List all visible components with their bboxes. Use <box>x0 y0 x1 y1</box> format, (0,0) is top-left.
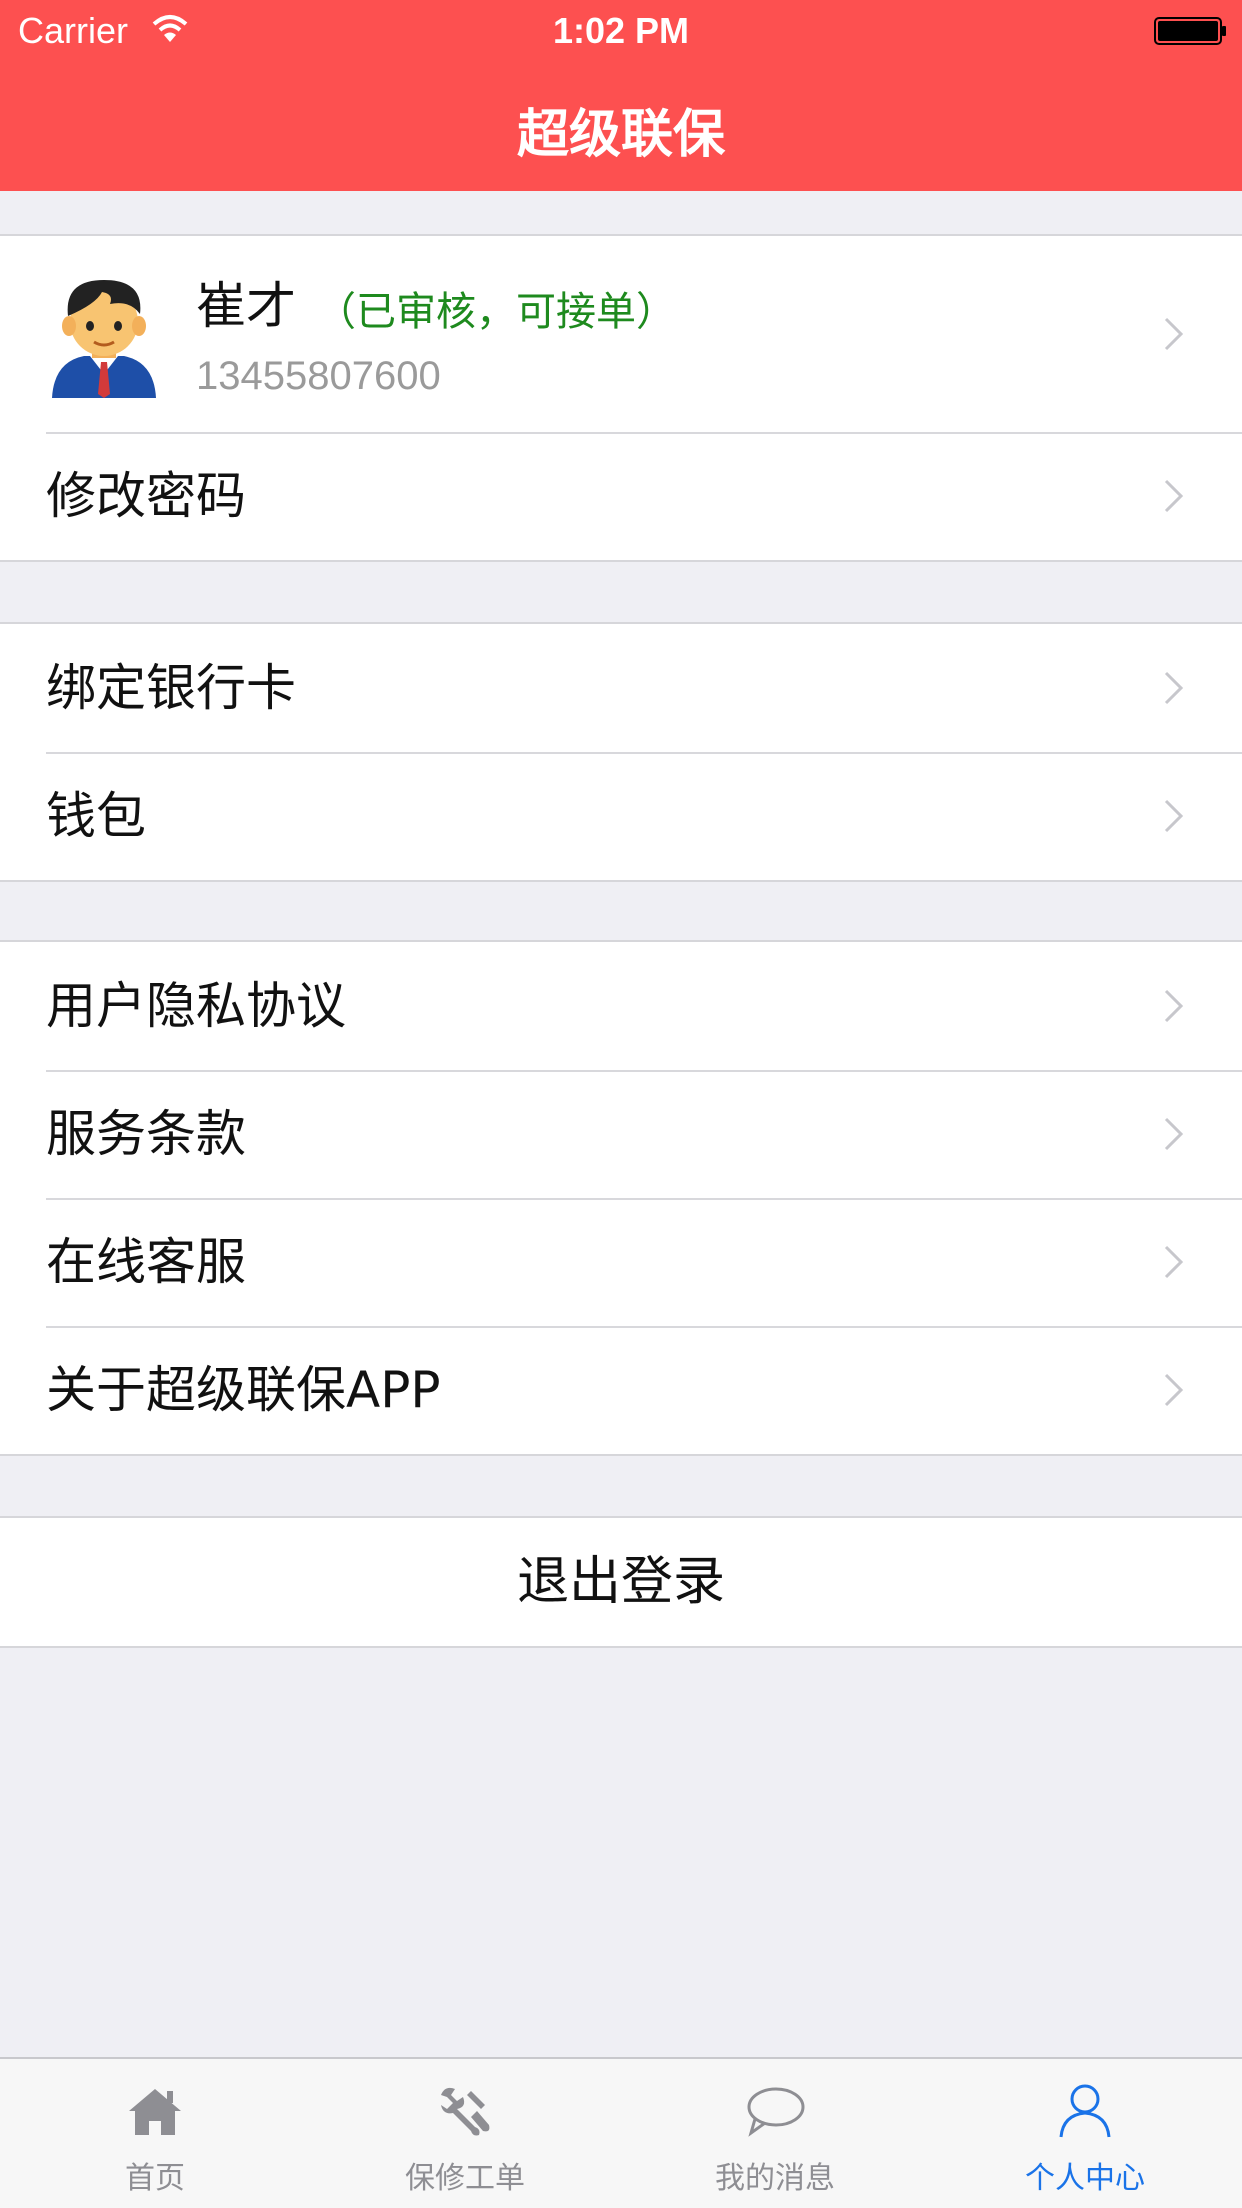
chevron-right-icon <box>1164 671 1184 705</box>
logout-button[interactable]: 退出登录 <box>0 1518 1242 1646</box>
info-group: 用户隐私协议 服务条款 在线客服 关于超级联保APP <box>0 940 1242 1456</box>
bind-bank-card-label: 绑定银行卡 <box>46 659 296 717</box>
profile-name: 崔才 <box>196 277 296 335</box>
tab-repair-orders-label: 保修工单 <box>405 2161 525 2196</box>
repair-tools-icon <box>441 2087 490 2136</box>
chevron-right-icon <box>1164 799 1184 833</box>
chevron-right-icon <box>1164 1373 1184 1407</box>
privacy-agreement-row[interactable]: 用户隐私协议 <box>0 942 1242 1070</box>
chat-bubble-icon <box>747 2087 805 2137</box>
tab-messages[interactable]: 我的消息 <box>620 2059 930 2208</box>
chevron-right-icon <box>1164 1245 1184 1279</box>
status-time: 1:02 PM <box>552 10 690 51</box>
tab-home-label: 首页 <box>125 2161 185 2196</box>
avatar <box>52 280 156 398</box>
change-password-label: 修改密码 <box>46 467 246 525</box>
privacy-agreement-label: 用户隐私协议 <box>46 977 346 1035</box>
tab-messages-label: 我的消息 <box>715 2161 835 2196</box>
tab-repair-orders[interactable]: 保修工单 <box>310 2059 620 2208</box>
chevron-right-icon <box>1164 989 1184 1023</box>
tab-bar: 首页 保修工单 我的消息 个人中心 <box>0 2057 1242 2208</box>
status-bar: Carrier 1:02 PM <box>0 0 1242 60</box>
battery-icon <box>1154 17 1226 45</box>
verification-status: （已审核，可接单） <box>316 289 676 335</box>
change-password-row[interactable]: 修改密码 <box>0 432 1242 560</box>
tab-profile[interactable]: 个人中心 <box>930 2059 1240 2208</box>
chevron-right-icon <box>1164 1117 1184 1151</box>
about-app-row[interactable]: 关于超级联保APP <box>0 1326 1242 1454</box>
chevron-right-icon <box>1164 317 1184 351</box>
nav-header: Carrier 1:02 PM 超级联保 <box>0 0 1242 191</box>
logout-group: 退出登录 <box>0 1516 1242 1648</box>
person-icon <box>1059 2084 1111 2138</box>
app-root: Carrier 1:02 PM 超级联保 崔才 （已审核，可接单） 134558… <box>0 0 1242 2208</box>
logout-label: 退出登录 <box>516 1552 725 1612</box>
online-support-row[interactable]: 在线客服 <box>0 1198 1242 1326</box>
page-title: 超级联保 <box>516 105 725 165</box>
tab-profile-label: 个人中心 <box>1025 2161 1145 2196</box>
home-icon <box>129 2089 181 2135</box>
wallet-row[interactable]: 钱包 <box>0 752 1242 880</box>
chevron-right-icon <box>1164 479 1184 513</box>
bind-bank-card-row[interactable]: 绑定银行卡 <box>0 624 1242 752</box>
profile-phone: 13455807600 <box>196 354 441 398</box>
tab-home[interactable]: 首页 <box>0 2059 310 2208</box>
finance-group: 绑定银行卡 钱包 <box>0 622 1242 882</box>
online-support-label: 在线客服 <box>46 1233 246 1291</box>
wallet-label: 钱包 <box>46 787 146 845</box>
about-app-label: 关于超级联保APP <box>46 1361 441 1419</box>
profile-row[interactable]: 崔才 （已审核，可接单） 13455807600 <box>0 236 1242 432</box>
terms-of-service-row[interactable]: 服务条款 <box>0 1070 1242 1198</box>
account-group: 崔才 （已审核，可接单） 13455807600 修改密码 <box>0 234 1242 562</box>
terms-of-service-label: 服务条款 <box>46 1105 246 1163</box>
